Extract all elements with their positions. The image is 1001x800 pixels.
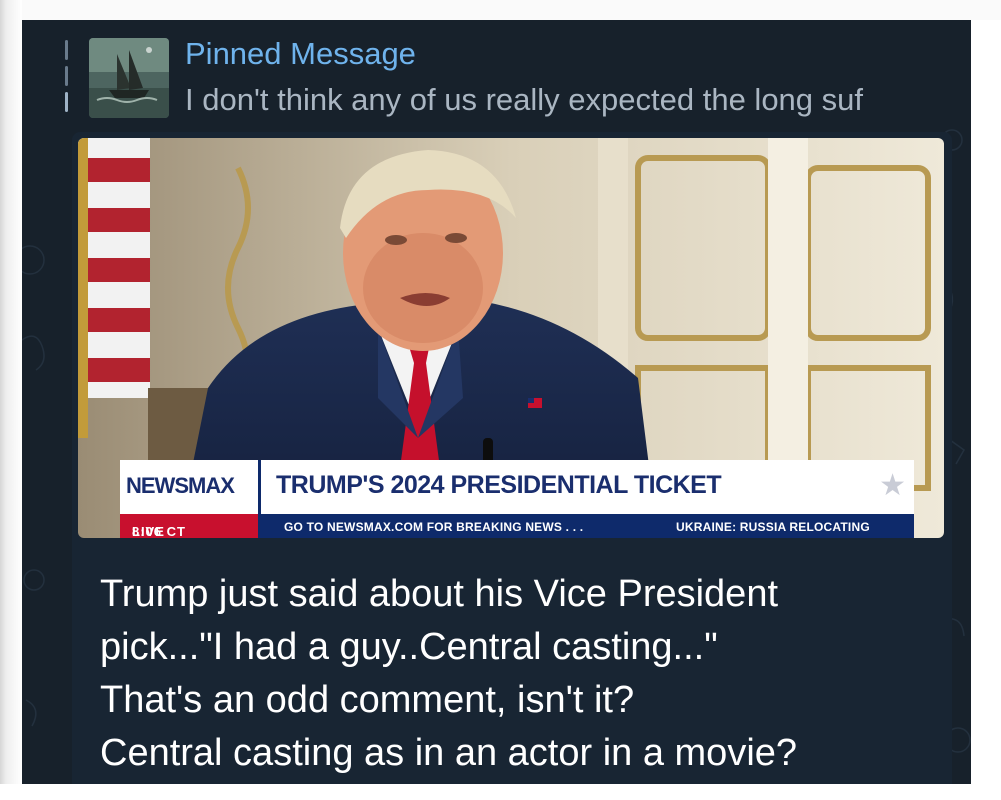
newsmax-logo: NEWSMAX [120,460,258,514]
newsmax-brand: NEWSMAX [126,473,235,498]
screenshot-top-margin [0,0,1001,20]
ship-painting-icon [89,38,169,118]
screenshot-bottom-margin [0,784,1001,800]
lower-third-divider [258,460,261,514]
star-icon: ★ [879,469,906,502]
lower-third-time-box: 8:06 CT LIVE [120,514,258,538]
live-label: LIVE [132,524,165,538]
ticker-text-2: UKRAINE: RUSSIA RELOCATING [676,520,870,534]
caption-line: pick..."I had a guy..Central casting..." [100,626,718,668]
message-bubble: NEWSMAX TRUMP'S 2024 PRESIDENTIAL TICKET… [72,132,952,784]
message-caption: Trump just said about his Vice President… [100,568,940,780]
newsmax-lower-third: NEWSMAX TRUMP'S 2024 PRESIDENTIAL TICKET… [120,460,914,538]
telegram-chat-window: Pinned Message I don't think any of us r… [22,20,971,784]
caption-line: Trump just said about his Vice President [100,573,779,615]
headline-text: TRUMP'S 2024 PRESIDENTIAL TICKET [276,471,722,499]
pinned-message-bar[interactable]: Pinned Message I don't think any of us r… [55,32,971,130]
pinned-thumbnail [89,38,169,118]
video-thumbnail[interactable]: NEWSMAX TRUMP'S 2024 PRESIDENTIAL TICKET… [78,138,944,538]
pinned-preview-text: I don't think any of us really expected … [185,82,864,117]
pinned-title: Pinned Message [185,36,416,71]
caption-line: That's an odd comment, isn't it? [100,679,635,721]
caption-line: Central casting as in an actor in a movi… [100,732,798,774]
lower-third-headline: TRUMP'S 2024 PRESIDENTIAL TICKET ★ [258,460,914,514]
news-ticker: GO TO NEWSMAX.COM FOR BREAKING NEWS . . … [258,514,914,538]
ticker-text-1: GO TO NEWSMAX.COM FOR BREAKING NEWS . . … [284,520,584,534]
pinned-position-indicator [65,40,68,118]
screenshot-right-margin [971,20,1001,784]
window-left-edge [0,0,22,800]
